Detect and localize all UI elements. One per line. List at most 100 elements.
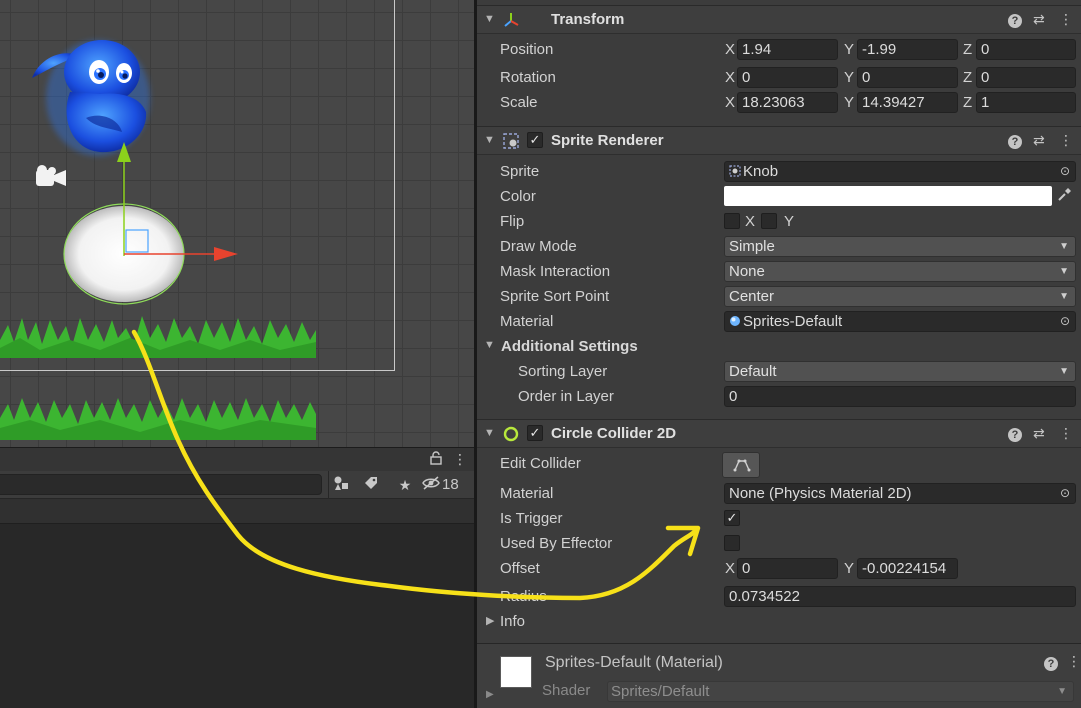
offset-label: Offset [500,560,540,577]
presets-sliders-icon[interactable]: ⇄ [1033,425,1045,442]
axis-x-label[interactable]: X [725,94,735,111]
sprite-object-field[interactable]: Knob ⊙ [724,161,1076,182]
info-foldout[interactable]: Info [500,613,525,630]
component-title: Circle Collider 2D [551,425,677,442]
fold-arrow-right-icon[interactable]: ▶ [486,614,494,627]
search-input[interactable] [0,474,322,495]
sprite-sort-point-dropdown[interactable]: Center ▼ [724,286,1076,307]
eyedropper-icon[interactable] [1056,187,1072,206]
hidden-eye-icon[interactable] [422,475,440,495]
sprite-sort-point-value: Center [729,288,775,305]
axis-z-label[interactable]: Z [963,41,972,58]
radius-field[interactable]: 0.0734522 [724,586,1076,607]
axis-y-label[interactable]: Y [844,560,854,577]
kebab-menu-icon[interactable]: ⋮ [1059,425,1073,442]
rotation-x-field[interactable]: 0 [737,67,838,88]
circle-collider-header[interactable]: ▼ ✓ Circle Collider 2D ? ⇄ ⋮ [477,419,1081,448]
circle-collider-enabled-checkbox[interactable]: ✓ [527,425,543,441]
axis-x-label[interactable]: X [725,41,735,58]
used-by-effector-checkbox[interactable] [724,535,740,551]
filter-by-label-icon[interactable] [358,475,384,495]
fold-arrow-icon[interactable]: ▼ [484,134,495,146]
favorites-star-icon[interactable]: ★ [392,475,418,495]
chevron-down-icon: ▼ [1059,366,1069,377]
axis-z-label[interactable]: Z [963,69,972,86]
kebab-menu-icon[interactable]: ⋮ [453,451,467,468]
axis-z-label[interactable]: Z [963,94,972,111]
presets-sliders-icon[interactable]: ⇄ [1033,11,1045,28]
grass-sprite-top[interactable] [0,316,316,358]
transform-header[interactable]: ▼ Transform ? ⇄ ⋮ [477,5,1081,34]
rotation-z-field[interactable]: 0 [976,67,1076,88]
material-object-field[interactable]: Sprites-Default ⊙ [724,311,1076,332]
material-value: Sprites-Default [743,313,843,330]
draw-mode-label: Draw Mode [500,238,577,255]
scale-z-field[interactable]: 1 [976,92,1076,113]
edit-collider-icon [733,458,751,476]
axis-y-label[interactable]: Y [844,41,854,58]
object-picker-icon[interactable]: ⊙ [1057,313,1073,330]
sprite-renderer-icon [502,132,520,150]
lock-icon[interactable] [430,451,442,468]
flip-x-checkbox[interactable] [724,213,740,229]
grass-sprite-bottom[interactable] [0,398,316,440]
position-y-field[interactable]: -1.99 [857,39,958,60]
edit-collider-button[interactable] [722,452,760,478]
kebab-menu-icon[interactable]: ⋮ [1067,653,1081,670]
position-x-field[interactable]: 1.94 [737,39,838,60]
sprite-renderer-header[interactable]: ▼ ✓ Sprite Renderer ? ⇄ ⋮ [477,126,1081,155]
chevron-down-icon: ▼ [1059,291,1069,302]
sprite-renderer-enabled-checkbox[interactable]: ✓ [527,132,543,148]
filter-by-type-icon[interactable] [328,475,354,495]
scene-view[interactable] [0,0,474,447]
flip-y-checkbox[interactable] [761,213,777,229]
flip-x-label: X [745,213,756,230]
draw-mode-dropdown[interactable]: Simple ▼ [724,236,1076,257]
help-icon[interactable]: ? [1044,654,1058,671]
material-label: Material [500,313,554,330]
color-swatch[interactable] [724,186,1052,206]
kebab-menu-icon[interactable]: ⋮ [1059,11,1073,28]
shader-dropdown[interactable]: Sprites/Default ▼ [607,681,1074,702]
axis-y-label[interactable]: Y [844,69,854,86]
axis-y-label[interactable]: Y [844,94,854,111]
circle-collider-icon [502,425,520,443]
panel-toolbar: ★ 18 [0,471,474,499]
camera-gizmo-icon[interactable] [36,165,66,186]
component-title: Transform [551,11,625,28]
material-preview-swatch [500,656,532,688]
fold-arrow-icon[interactable]: ▼ [484,13,495,25]
additional-settings-foldout[interactable]: Additional Settings [501,338,638,355]
fold-arrow-icon[interactable]: ▼ [484,427,495,439]
axis-x-label[interactable]: X [725,69,735,86]
object-picker-icon[interactable]: ⊙ [1057,163,1073,180]
ghost-character-sprite[interactable] [32,40,150,156]
scale-y-field[interactable]: 14.39427 [857,92,958,113]
axis-x-label[interactable]: X [725,560,735,577]
position-z-field[interactable]: 0 [976,39,1076,60]
object-picker-icon[interactable]: ⊙ [1057,485,1073,502]
shader-value: Sprites/Default [611,683,710,700]
is-trigger-checkbox[interactable]: ✓ [724,510,740,526]
rotation-y-field[interactable]: 0 [857,67,958,88]
sorting-layer-dropdown[interactable]: Default ▼ [724,361,1076,382]
transform-axes-icon [502,11,520,29]
kebab-menu-icon[interactable]: ⋮ [1059,132,1073,149]
help-icon[interactable]: ? [1008,132,1022,149]
scale-x-field[interactable]: 18.23063 [737,92,838,113]
presets-sliders-icon[interactable]: ⇄ [1033,132,1045,149]
help-icon[interactable]: ? [1008,425,1022,442]
list-item[interactable] [0,499,474,524]
physics-material-field[interactable]: None (Physics Material 2D) ⊙ [724,483,1076,504]
fold-arrow-right-icon[interactable]: ▶ [486,689,494,700]
offset-x-field[interactable]: 0 [737,558,838,579]
order-in-layer-field[interactable]: 0 [724,386,1076,407]
fold-arrow-icon[interactable]: ▼ [484,339,495,351]
offset-y-field[interactable]: -0.00224154 [857,558,958,579]
physics-material-value: None (Physics Material 2D) [729,485,912,502]
help-icon[interactable]: ? [1008,11,1022,28]
flip-y-label: Y [784,213,795,230]
hidden-count-label: 18 [442,476,459,493]
mask-interaction-dropdown[interactable]: None ▼ [724,261,1076,282]
scene-canvas[interactable] [0,0,474,447]
